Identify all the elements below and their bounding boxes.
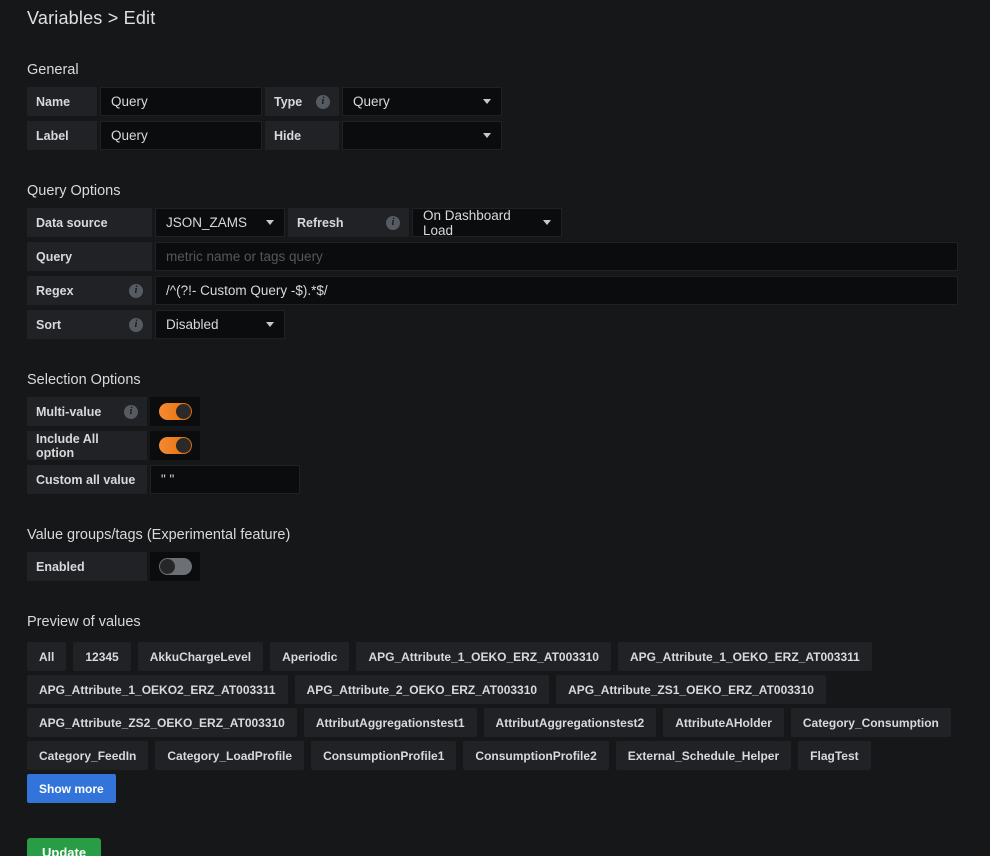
type-label: Type i <box>265 87 339 116</box>
preview-value-chip: FlagTest <box>798 741 870 770</box>
preview-value-chip: All <box>27 642 66 671</box>
row-sort: Sort i Disabled <box>27 310 963 339</box>
preview-value-chip: ConsumptionProfile1 <box>311 741 456 770</box>
query-input[interactable] <box>155 242 958 271</box>
preview-value-chip: APG_Attribute_2_OEKO_ERZ_AT003310 <box>295 675 550 704</box>
preview-values: All12345AkkuChargeLevelAperiodicAPG_Attr… <box>27 642 965 803</box>
section-preview: Preview of values All12345 AkkuChargeLeve… <box>27 614 963 803</box>
info-icon: i <box>129 284 143 298</box>
toggle-switch <box>159 437 192 454</box>
preview-value-chip: Category_FeedIn <box>27 741 148 770</box>
query-options-heading: Query Options <box>27 183 963 199</box>
type-select[interactable]: Query <box>342 87 502 116</box>
preview-value-chip: Category_Consumption <box>791 708 951 737</box>
label-label: Label <box>27 121 97 150</box>
variable-editor-page: Variables > Edit General Name Type i Que… <box>0 0 990 856</box>
multi-value-toggle[interactable] <box>150 397 200 426</box>
preview-value-chip: APG_Attribute_1_OEKO2_ERZ_AT003311 <box>27 675 288 704</box>
update-button[interactable]: Update <box>27 838 101 856</box>
sort-label: Sort i <box>27 310 152 339</box>
show-more-button[interactable]: Show more <box>27 774 116 803</box>
label-input[interactable] <box>100 121 262 150</box>
chevron-down-icon <box>483 99 491 104</box>
row-include-all: Include All option <box>27 431 963 460</box>
selection-options-heading: Selection Options <box>27 372 963 388</box>
name-input[interactable] <box>100 87 262 116</box>
section-general: General Name Type i Query Label Hide <box>27 62 963 150</box>
preview-value-chip: AttributAggregationstest2 <box>484 708 657 737</box>
preview-value-chip: APG_Attribute_1_OEKO_ERZ_AT003311 <box>618 642 872 671</box>
row-label-hide: Label Hide <box>27 121 963 150</box>
preview-value-chip: Aperiodic <box>270 642 349 671</box>
multi-value-label: Multi-value i <box>27 397 147 426</box>
row-query: Query <box>27 242 963 271</box>
preview-value-chip: AkkuChargeLevel <box>138 642 263 671</box>
row-custom-all-value: Custom all value <box>27 465 963 494</box>
preview-value-chip: ConsumptionProfile2 <box>463 741 608 770</box>
hide-label: Hide <box>265 121 339 150</box>
preview-value-chip: Category_LoadProfile <box>155 741 304 770</box>
include-all-toggle[interactable] <box>150 431 200 460</box>
row-name-type: Name Type i Query <box>27 87 963 116</box>
preview-heading: Preview of values <box>27 614 963 630</box>
section-selection-options: Selection Options Multi-value i Include … <box>27 372 963 494</box>
chevron-down-icon <box>266 220 274 225</box>
preview-value-chip: AttributeAHolder <box>663 708 784 737</box>
preview-value-chip: APG_Attribute_ZS2_OEKO_ERZ_AT003310 <box>27 708 297 737</box>
query-label: Query <box>27 242 152 271</box>
data-source-select[interactable]: JSON_ZAMS <box>155 208 285 237</box>
name-label: Name <box>27 87 97 116</box>
include-all-label: Include All option <box>27 431 147 460</box>
info-icon: i <box>129 318 143 332</box>
preview-value-chip: AttributAggregationstest1 <box>304 708 477 737</box>
preview-value-chip: 12345 <box>73 642 130 671</box>
chevron-down-icon <box>266 322 274 327</box>
refresh-label: Refresh i <box>288 208 409 237</box>
enabled-label: Enabled <box>27 552 147 581</box>
row-enabled: Enabled <box>27 552 963 581</box>
info-icon: i <box>386 216 400 230</box>
hide-select[interactable] <box>342 121 502 150</box>
info-icon: i <box>124 405 138 419</box>
value-groups-heading: Value groups/tags (Experimental feature) <box>27 527 963 543</box>
section-value-groups: Value groups/tags (Experimental feature)… <box>27 527 963 581</box>
toggle-switch <box>159 403 192 420</box>
info-icon: i <box>316 95 330 109</box>
general-heading: General <box>27 62 963 78</box>
preview-value-chip: External_Schedule_Helper <box>616 741 791 770</box>
page-title: Variables > Edit <box>27 8 963 29</box>
custom-all-value-input[interactable] <box>150 465 300 494</box>
sort-select[interactable]: Disabled <box>155 310 285 339</box>
row-datasource-refresh: Data source JSON_ZAMS Refresh i On Dashb… <box>27 208 963 237</box>
value-groups-enabled-toggle[interactable] <box>150 552 200 581</box>
chevron-down-icon <box>483 133 491 138</box>
data-source-label: Data source <box>27 208 152 237</box>
preview-value-chip: APG_Attribute_ZS1_OEKO_ERZ_AT003310 <box>556 675 826 704</box>
toggle-switch <box>159 558 192 575</box>
chevron-down-icon <box>543 220 551 225</box>
preview-value-chip: APG_Attribute_1_OEKO_ERZ_AT003310 <box>356 642 611 671</box>
row-regex: Regex i <box>27 276 963 305</box>
row-multi-value: Multi-value i <box>27 397 963 426</box>
regex-input[interactable] <box>155 276 958 305</box>
section-query-options: Query Options Data source JSON_ZAMS Refr… <box>27 183 963 339</box>
custom-all-value-label: Custom all value <box>27 465 147 494</box>
refresh-select[interactable]: On Dashboard Load <box>412 208 562 237</box>
regex-label: Regex i <box>27 276 152 305</box>
